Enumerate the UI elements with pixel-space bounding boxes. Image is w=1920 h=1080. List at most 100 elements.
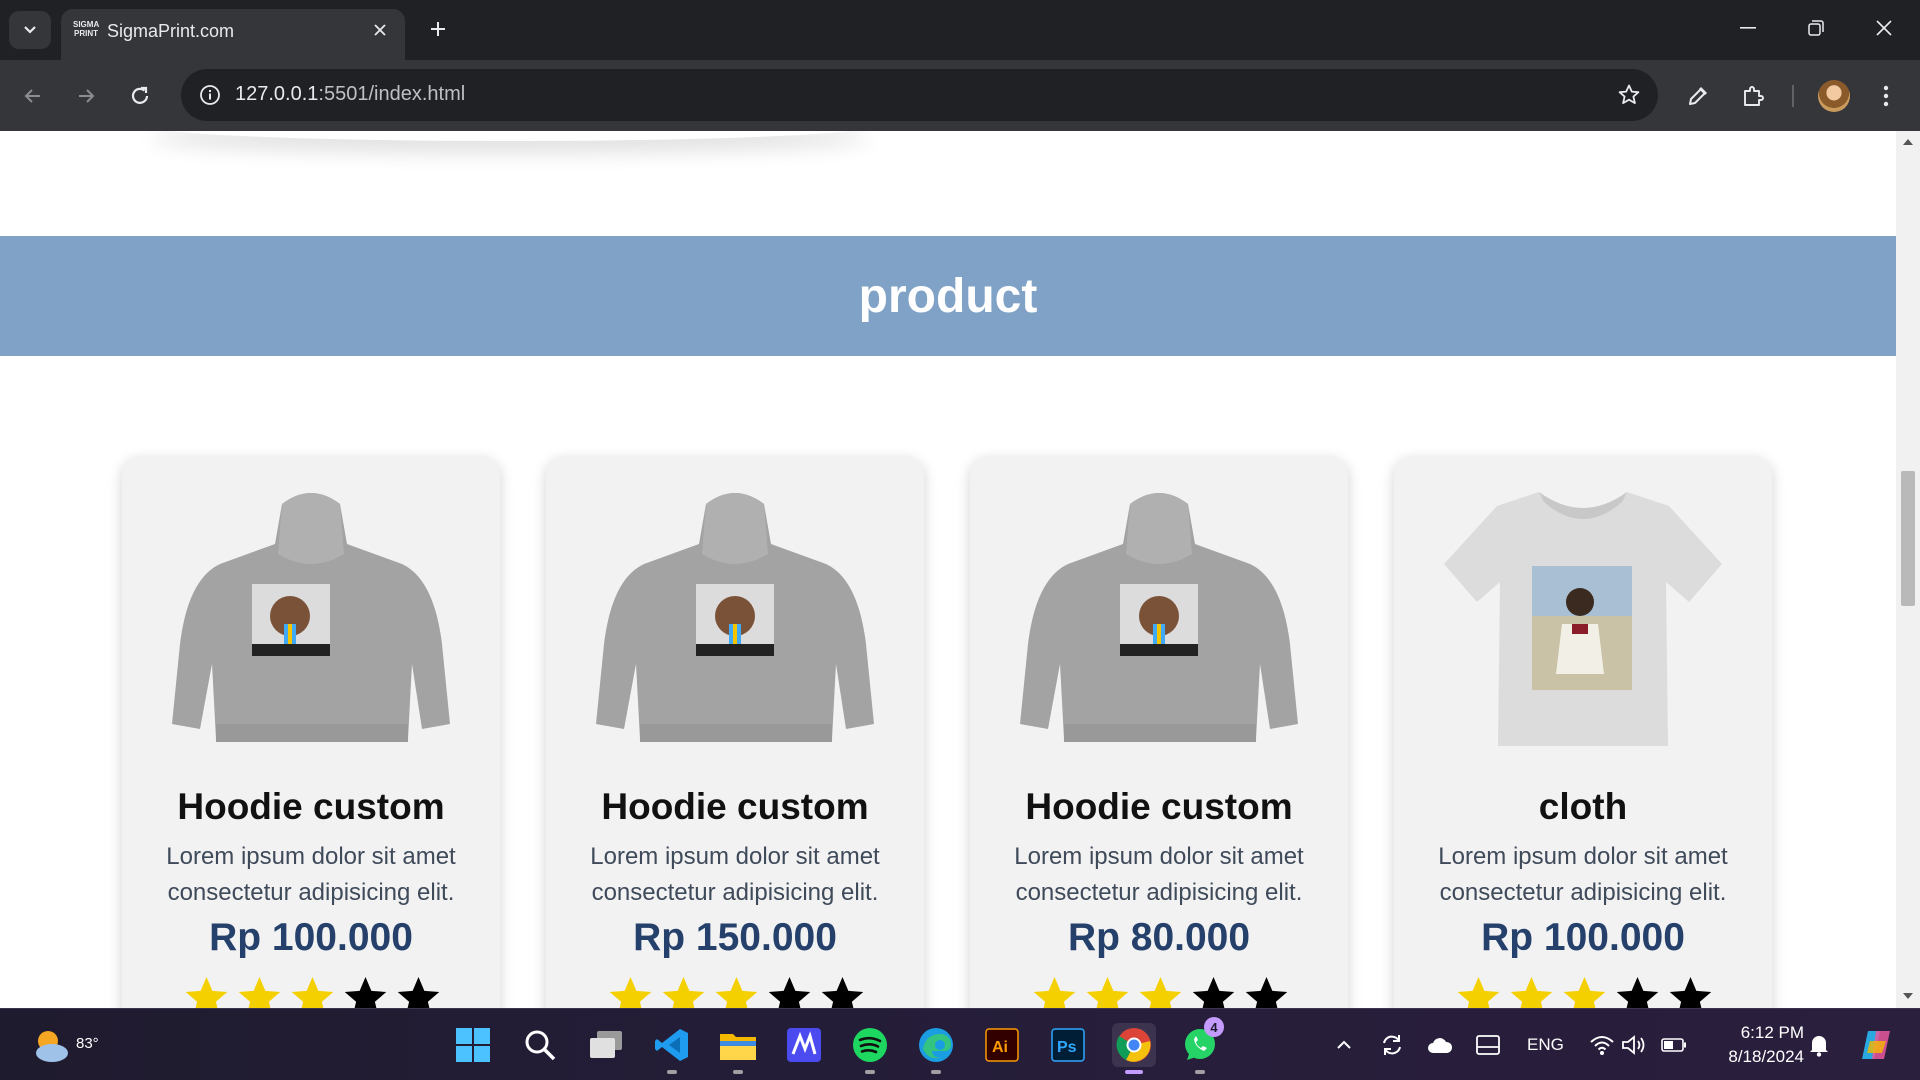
plus-icon (431, 22, 445, 36)
wifi-icon (1590, 1036, 1614, 1055)
product-description: Lorem ipsum dolor sit amet consectetur a… (166, 843, 456, 906)
show-hidden-icons-button[interactable] (1330, 1031, 1358, 1059)
browser-toolbar: 127.0.0.1:5501/index.html (0, 60, 1920, 131)
taskbar-app-vscode[interactable] (650, 1023, 694, 1074)
eyedropper-icon (1689, 86, 1708, 105)
taskbar-app-illustrator[interactable]: Ai (980, 1023, 1024, 1067)
star-empty-icon (344, 976, 387, 1008)
search-icon (525, 1030, 556, 1061)
restore-icon (1808, 20, 1824, 36)
star-empty-icon (821, 976, 864, 1008)
star-filled-icon (291, 976, 334, 1008)
scroll-down-arrow[interactable] (1903, 993, 1913, 999)
site-info-button[interactable] (197, 82, 223, 108)
menu-button[interactable] (1868, 78, 1904, 114)
profile-avatar[interactable] (1818, 80, 1850, 112)
onedrive-tray-icon[interactable] (1426, 1031, 1454, 1059)
weather-widget[interactable]: 83° (28, 1023, 99, 1067)
star-empty-icon (1192, 976, 1235, 1008)
star-filled-icon (1033, 976, 1076, 1008)
header-shadow (150, 131, 870, 141)
volume-tray-icon[interactable] (1620, 1031, 1648, 1059)
bookmark-button[interactable] (1616, 82, 1642, 108)
address-bar[interactable]: 127.0.0.1:5501/index.html (181, 69, 1658, 121)
page-viewport: product Hoodie custom Lorem ipsum dolor … (0, 131, 1896, 1008)
notification-badge: 4 (1204, 1017, 1224, 1037)
product-card[interactable]: Hoodie custom Lorem ipsum dolor sit amet… (970, 456, 1348, 1008)
taskbar-app-spotify[interactable] (848, 1023, 892, 1074)
illustrator-icon: Ai (985, 1028, 1019, 1062)
clock[interactable]: 6:12 PM 8/18/2024 (1710, 1021, 1804, 1069)
hoodie-image (596, 493, 874, 742)
new-tab-button[interactable] (421, 12, 455, 46)
kebab-menu-icon (1883, 85, 1889, 107)
reload-icon (131, 86, 149, 104)
spotify-icon (853, 1028, 887, 1062)
tshirt-image (1444, 492, 1722, 746)
product-price: Rp 100.000 (1481, 916, 1685, 959)
url-path: :5501/index.html (318, 83, 466, 105)
product-price: Rp 150.000 (633, 916, 837, 959)
clock-date: 8/18/2024 (1728, 1047, 1804, 1066)
star-rating (1455, 974, 1714, 1008)
task-view-icon (590, 1031, 622, 1058)
taskbar-app-whatsapp[interactable]: 4 (1178, 1017, 1224, 1074)
product-card[interactable]: cloth Lorem ipsum dolor sit amet consect… (1394, 456, 1772, 1008)
copilot-button[interactable] (1856, 1025, 1896, 1065)
toolbar-divider (1792, 85, 1794, 107)
keyboard-icon (1476, 1035, 1500, 1055)
extensions-button[interactable] (1735, 78, 1771, 114)
sync-tray-icon[interactable] (1378, 1031, 1406, 1059)
language-indicator[interactable]: ENG (1527, 1035, 1564, 1055)
input-indicator-tray-icon[interactable] (1474, 1031, 1502, 1059)
favicon-icon: SIGMA PRINT (73, 20, 100, 38)
taskbar-app-photoshop[interactable]: Ps (1046, 1023, 1090, 1067)
clock-time: 6:12 PM (1740, 1023, 1804, 1042)
section-title: product (858, 269, 1038, 323)
star-filled-icon (1086, 976, 1129, 1008)
task-view-button[interactable] (584, 1023, 628, 1067)
folder-icon (720, 1034, 756, 1060)
star-filled-icon (1139, 976, 1182, 1008)
product-description: Lorem ipsum dolor sit amet consectetur a… (1014, 843, 1304, 906)
taskbar-app-edge[interactable] (914, 1023, 958, 1074)
puzzle-icon (1744, 86, 1764, 106)
weather-partly-cloudy-icon (36, 1031, 68, 1062)
wifi-tray-icon[interactable] (1588, 1031, 1616, 1059)
arrow-right-icon (79, 89, 95, 103)
product-name: Hoodie custom (601, 786, 869, 827)
notifications-button[interactable] (1805, 1031, 1833, 1059)
minimize-button[interactable] (1726, 8, 1770, 48)
battery-tray-icon[interactable] (1660, 1031, 1688, 1059)
scrollbar-thumb[interactable] (1901, 471, 1915, 606)
minimize-icon (1740, 27, 1756, 29)
close-window-button[interactable] (1862, 8, 1906, 48)
star-filled-icon (1510, 976, 1553, 1008)
forward-button[interactable] (68, 78, 104, 114)
taskbar-app-m[interactable] (782, 1023, 826, 1067)
product-name: cloth (1538, 786, 1628, 827)
close-tab-button[interactable] (367, 17, 393, 43)
edge-icon (919, 1028, 953, 1062)
eyedropper-extension-button[interactable] (1680, 78, 1716, 114)
bell-icon (1810, 1036, 1828, 1057)
running-indicator (1195, 1070, 1205, 1074)
reload-button[interactable] (122, 78, 158, 114)
star-empty-icon (397, 976, 440, 1008)
page-scrollbar[interactable] (1896, 131, 1920, 1008)
scroll-up-arrow[interactable] (1903, 139, 1913, 145)
taskbar-app-chrome[interactable] (1112, 1023, 1156, 1074)
tab-search-button[interactable] (9, 11, 51, 49)
start-button[interactable] (451, 1023, 495, 1067)
browser-tab[interactable]: SIGMA PRINT SigmaPrint.com (61, 9, 405, 60)
restore-button[interactable] (1794, 8, 1838, 48)
product-card[interactable]: Hoodie custom Lorem ipsum dolor sit amet… (122, 456, 500, 1008)
product-card[interactable]: Hoodie custom Lorem ipsum dolor sit amet… (546, 456, 924, 1008)
star-filled-icon (1457, 976, 1500, 1008)
star-rating (1031, 974, 1290, 1008)
search-button[interactable] (518, 1023, 562, 1067)
back-button[interactable] (15, 78, 51, 114)
tab-strip: SIGMA PRINT SigmaPrint.com (0, 0, 1920, 60)
windows-logo-icon (456, 1028, 490, 1062)
taskbar-app-file-explorer[interactable] (716, 1023, 760, 1074)
